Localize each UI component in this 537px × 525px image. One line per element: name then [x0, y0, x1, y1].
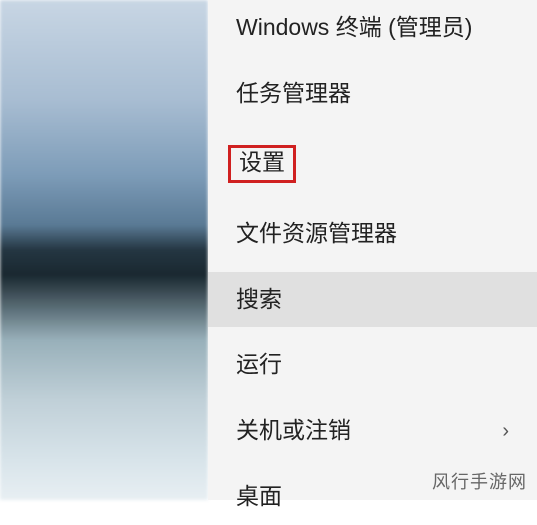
- menu-label: 任务管理器: [236, 79, 351, 109]
- menu-item-run[interactable]: 运行: [208, 337, 537, 393]
- menu-item-shutdown-signout[interactable]: 关机或注销 ›: [208, 403, 537, 459]
- menu-item-search[interactable]: 搜索: [208, 272, 537, 328]
- menu-label: 搜索: [236, 285, 282, 315]
- menu-item-settings[interactable]: 设置: [208, 132, 537, 196]
- menu-label: 桌面: [236, 482, 282, 512]
- desktop-wallpaper: [0, 0, 208, 500]
- menu-label: 文件资源管理器: [236, 219, 397, 249]
- menu-item-windows-terminal-admin[interactable]: Windows 终端 (管理员): [208, 0, 537, 56]
- menu-label: 关机或注销: [236, 416, 351, 446]
- watermark: 风行手游网: [432, 468, 527, 494]
- winx-context-menu: Windows 终端 (管理员) 任务管理器 设置 文件资源管理器 搜索 运行 …: [208, 0, 537, 500]
- menu-label: Windows 终端 (管理员): [236, 13, 472, 43]
- menu-item-file-explorer[interactable]: 文件资源管理器: [208, 206, 537, 262]
- chevron-right-icon: ›: [502, 418, 509, 444]
- highlight-annotation: 设置: [228, 145, 296, 183]
- menu-label: 设置: [239, 149, 285, 175]
- menu-item-task-manager[interactable]: 任务管理器: [208, 66, 537, 122]
- menu-label: 运行: [236, 350, 282, 380]
